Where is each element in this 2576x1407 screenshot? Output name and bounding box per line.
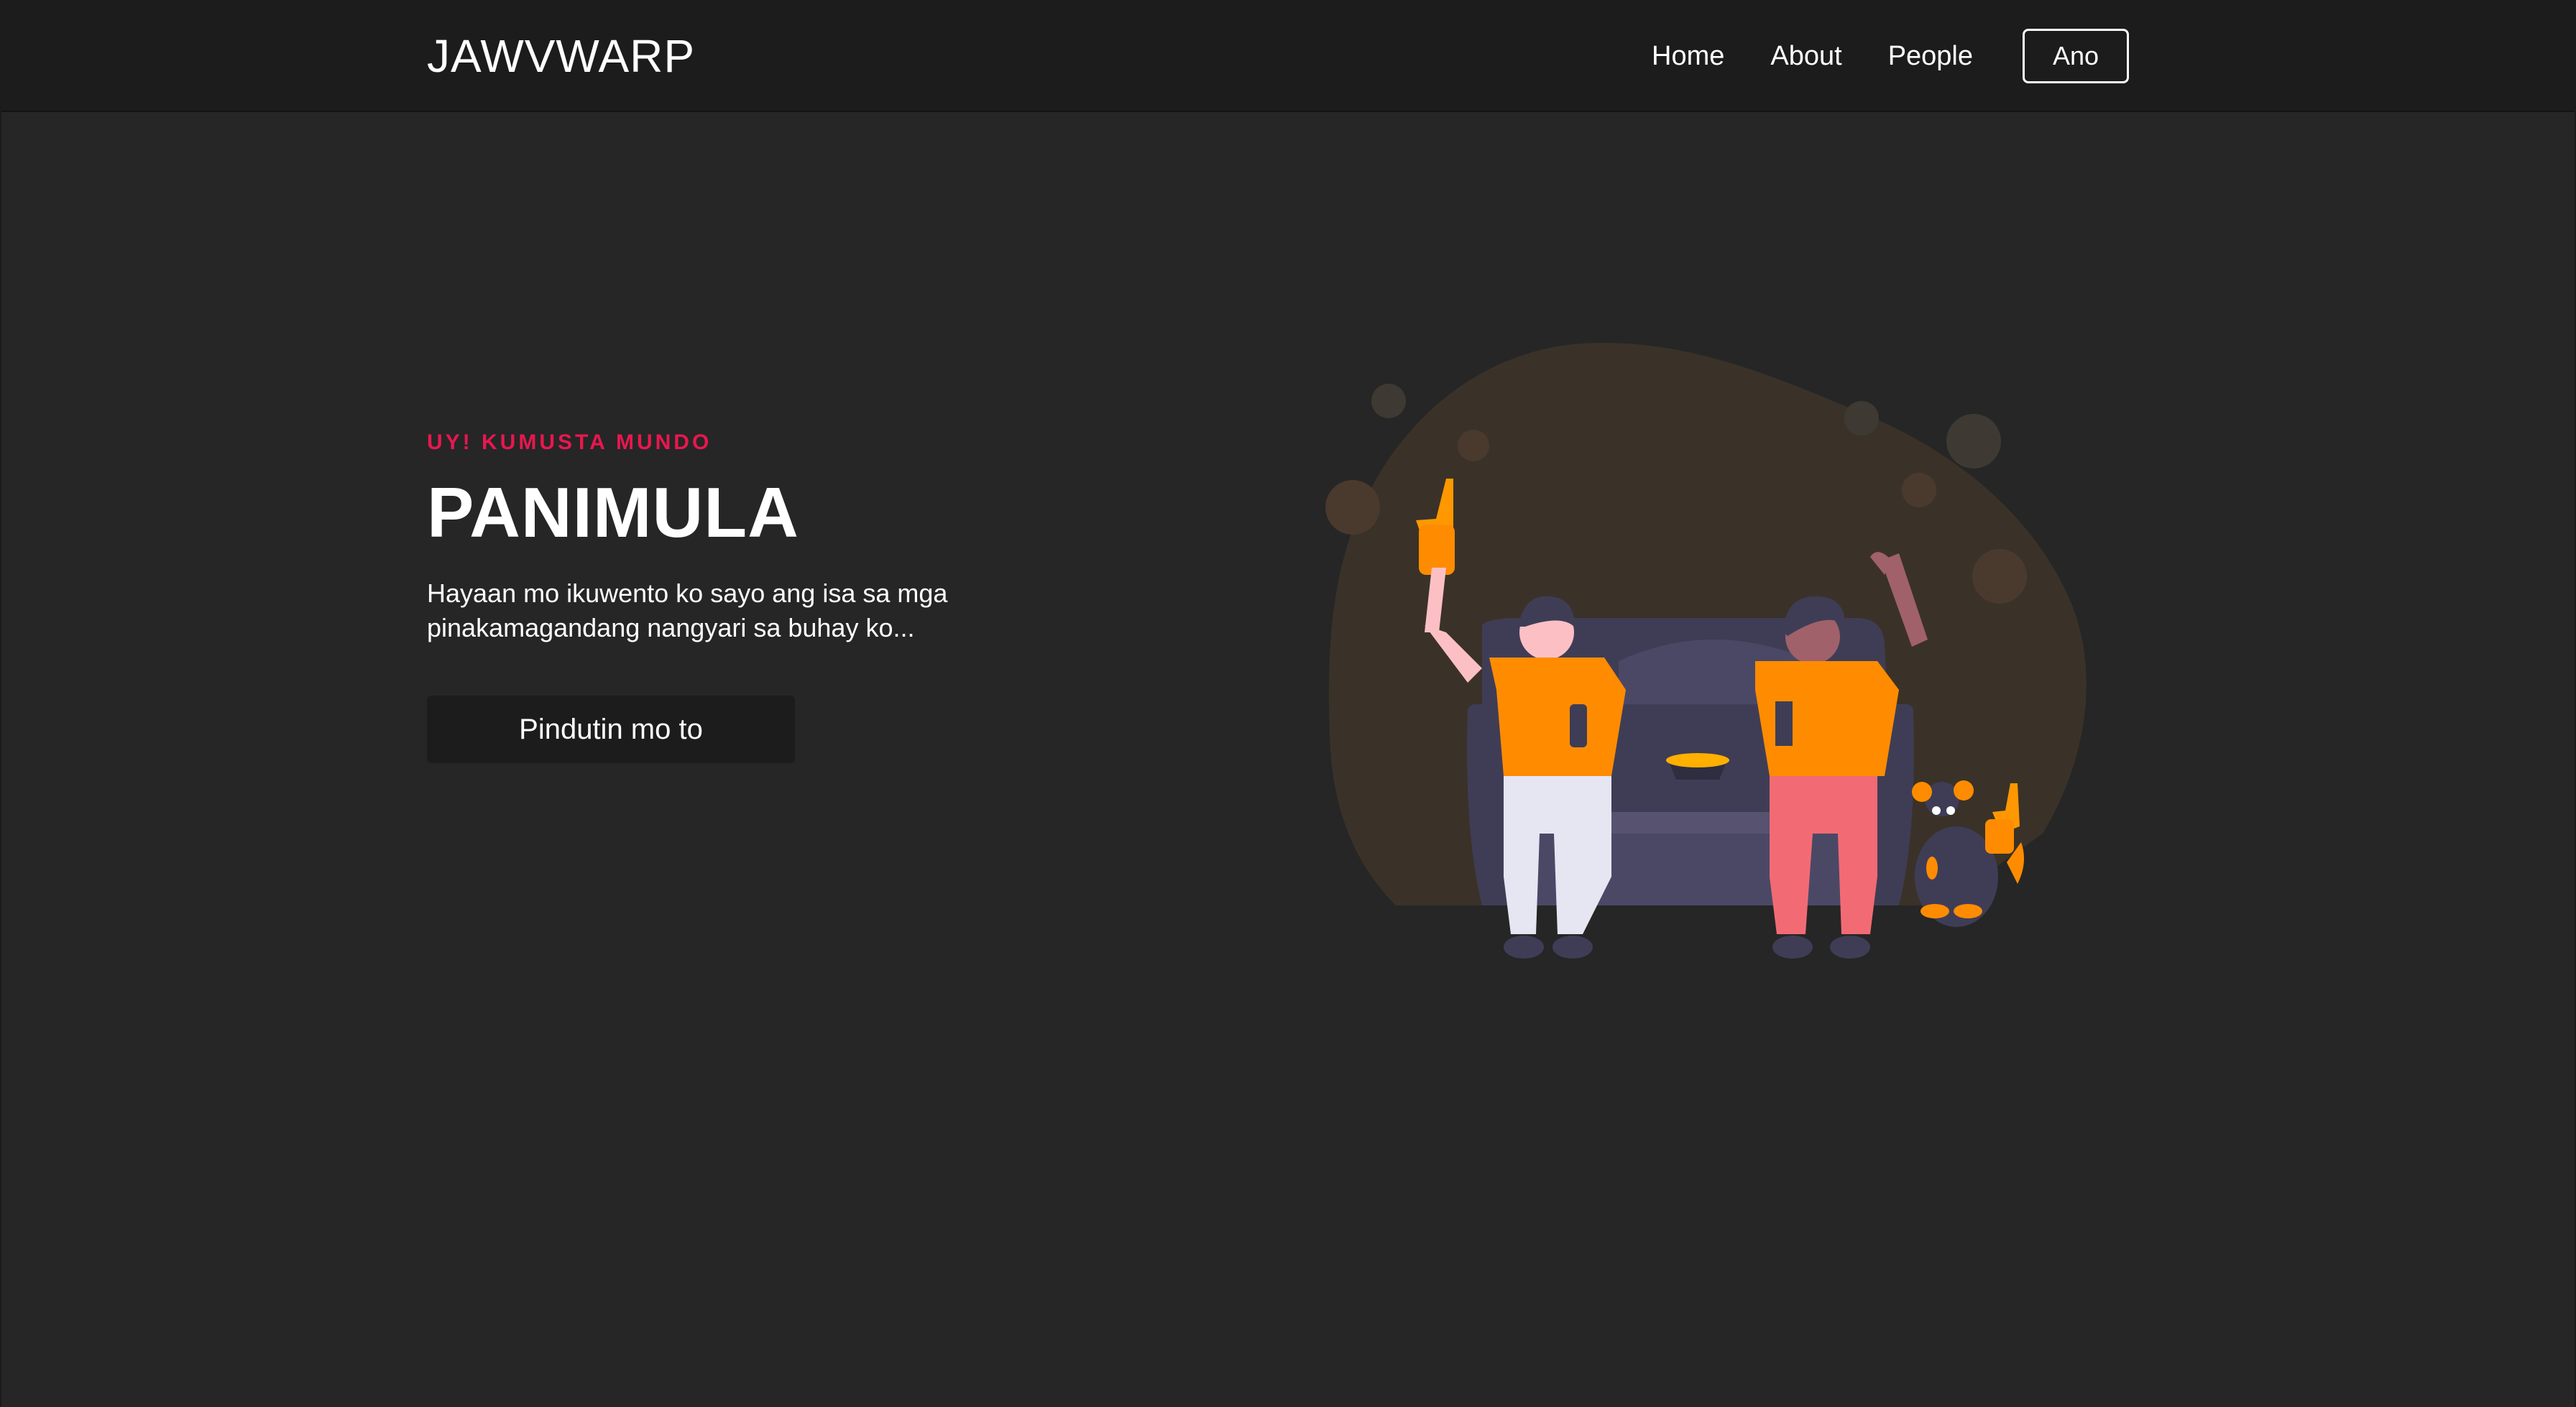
page: JAWVWARP Home About People Ano UY! KUMUS… (0, 0, 2576, 1407)
nav-links: Home About People (1652, 0, 2019, 112)
hero-lead-text: Hayaan mo ikuwento ko sayo ang isa sa mg… (427, 578, 948, 642)
nav-link-about[interactable]: About (1770, 41, 1841, 72)
nav-link-people[interactable]: People (1888, 41, 1973, 72)
deco-circle (1458, 430, 1489, 461)
sports-fans-illustration (1325, 343, 2087, 959)
deco-circle (1972, 549, 2027, 604)
hero-section: UY! KUMUSTA MUNDO PANIMULA Hayaan mo iku… (427, 428, 1074, 763)
deco-circle (1902, 473, 1936, 507)
hero-eyebrow: UY! KUMUSTA MUNDO (427, 430, 712, 454)
cta-button[interactable]: Pindutin mo to (427, 696, 795, 763)
navbar: JAWVWARP Home About People Ano (1, 0, 2575, 112)
deco-circle (1844, 401, 1879, 435)
brand-logo[interactable]: JAWVWARP (427, 29, 695, 83)
hero-headline: PANIMULA (427, 473, 799, 552)
deco-circle (1371, 384, 1406, 418)
snack-bowl-icon (1666, 753, 1729, 780)
nav-ano-button[interactable]: Ano (2023, 29, 2129, 83)
nav-link-home[interactable]: Home (1652, 41, 1724, 72)
deco-circle (1325, 480, 1380, 535)
deco-circle (1946, 414, 2001, 469)
